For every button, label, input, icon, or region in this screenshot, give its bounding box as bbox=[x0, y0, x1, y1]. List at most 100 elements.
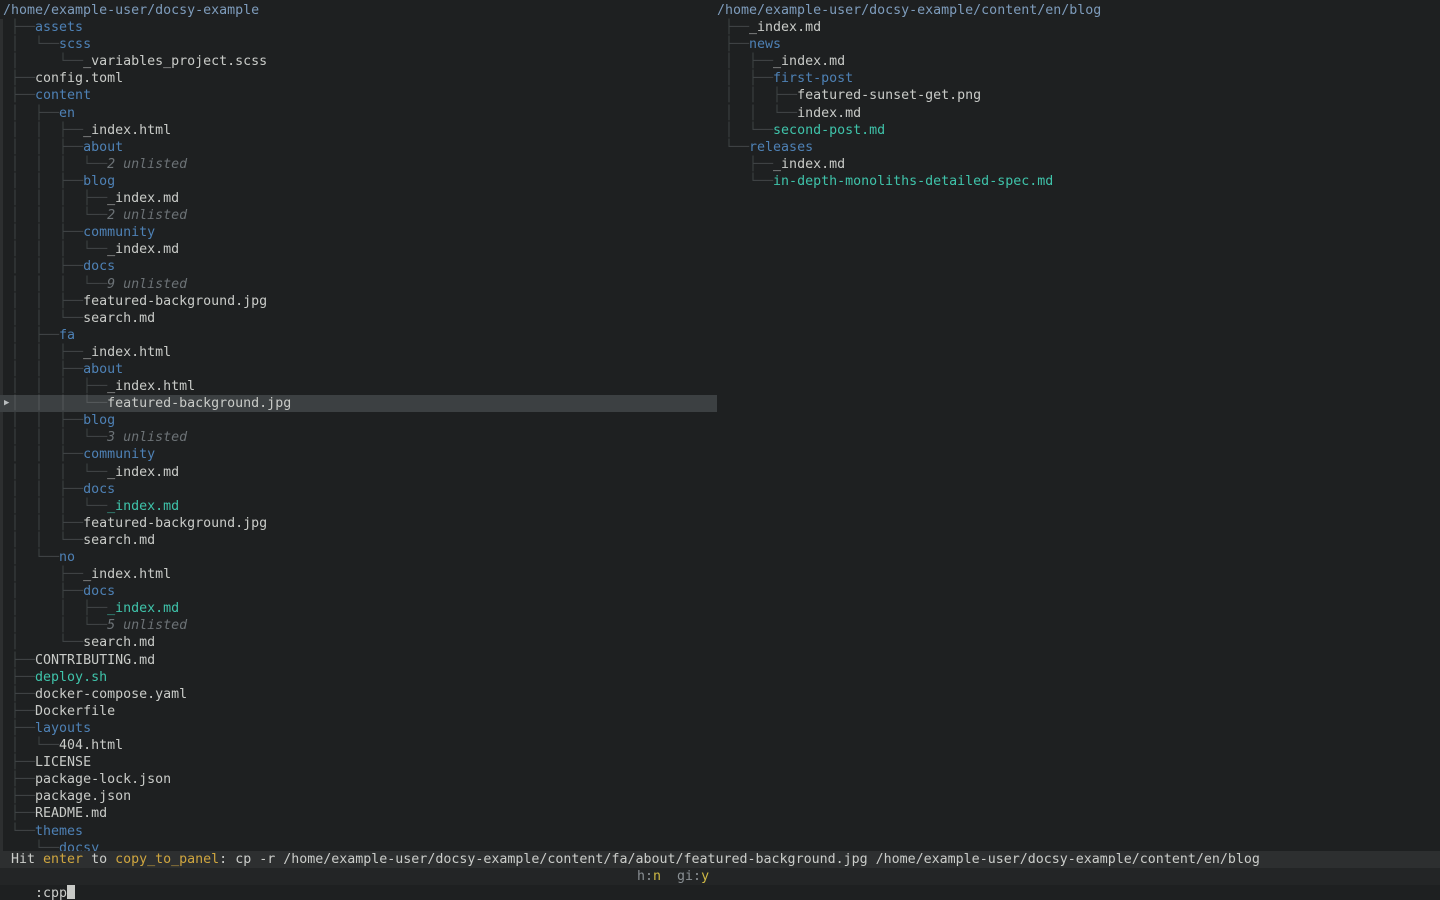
tree-branch-lines: └── bbox=[717, 174, 773, 189]
tree-row[interactable]: │ │ ├──_index.md bbox=[0, 600, 717, 617]
tree-row[interactable]: ├──CONTRIBUTING.md bbox=[0, 652, 717, 669]
tree-row[interactable]: ├──config.toml bbox=[0, 70, 717, 87]
tree-row[interactable]: │ │ ├──about bbox=[0, 361, 717, 378]
entry-name: layouts bbox=[35, 721, 91, 736]
tree-row[interactable]: │ │ ├──docs bbox=[0, 258, 717, 275]
tree-branch-lines: ├── bbox=[3, 806, 35, 821]
tree-row[interactable]: └──themes bbox=[0, 823, 717, 840]
tree-row[interactable]: │ │ └──5 unlisted bbox=[0, 617, 717, 634]
tree-row[interactable]: │ │ ├──featured-background.jpg bbox=[0, 293, 717, 310]
entry-name: assets bbox=[35, 20, 83, 35]
tree-row[interactable]: ▶ │ │ │ └──featured-background.jpg bbox=[0, 395, 717, 412]
tree-row[interactable]: ├──_index.md bbox=[714, 19, 1440, 36]
tree-row[interactable]: └──in-depth-monoliths-detailed-spec.md bbox=[714, 173, 1440, 190]
tree-row[interactable]: ├──LICENSE bbox=[0, 754, 717, 771]
tree-row[interactable]: ├──package.json bbox=[0, 788, 717, 805]
tree-row[interactable]: │ │ │ └──9 unlisted bbox=[0, 276, 717, 293]
tree-branch-lines: │ │ └── bbox=[3, 311, 83, 326]
command-input-value[interactable]: :cpp bbox=[35, 886, 67, 900]
tree-row[interactable]: ├──layouts bbox=[0, 720, 717, 737]
entry-name: _index.html bbox=[83, 123, 171, 138]
entry-name: search.md bbox=[83, 635, 155, 650]
tree-row[interactable]: │ │ ├──community bbox=[0, 224, 717, 241]
entry-name: featured-background.jpg bbox=[107, 396, 291, 411]
tree-row[interactable]: │ │ ├──featured-sunset-get.png bbox=[714, 87, 1440, 104]
tree-row[interactable]: ├──README.md bbox=[0, 805, 717, 822]
tree-row[interactable]: │ │ ├──docs bbox=[0, 481, 717, 498]
tree-row[interactable]: │ ├──_index.md bbox=[714, 53, 1440, 70]
entry-name: package.json bbox=[35, 789, 131, 804]
tree-row[interactable]: │ └──no bbox=[0, 549, 717, 566]
panel-header-path[interactable]: /home/example-user/docsy-example/content… bbox=[714, 2, 1440, 19]
tree-branch-lines: │ ├── bbox=[3, 584, 83, 599]
entry-name: README.md bbox=[35, 806, 107, 821]
tree-branch-lines: │ │ │ └── bbox=[3, 465, 107, 480]
tree-branch-lines: │ ├── bbox=[3, 328, 59, 343]
tree-row[interactable]: │ └──second-post.md bbox=[714, 122, 1440, 139]
tree-row[interactable]: │ └──404.html bbox=[0, 737, 717, 754]
tree-row[interactable]: │ │ │ └──_index.md bbox=[0, 241, 717, 258]
tree-row[interactable]: │ │ │ └──3 unlisted bbox=[0, 429, 717, 446]
tree-branch-lines: │ │ └── bbox=[717, 106, 797, 121]
tree-branch-lines: ├── bbox=[3, 687, 35, 702]
tree-branch-lines: ├── bbox=[717, 37, 749, 52]
tree-row[interactable]: ├──news bbox=[714, 36, 1440, 53]
tree-row[interactable]: │ │ │ ├──_index.html bbox=[0, 378, 717, 395]
tree-row[interactable]: │ ├──fa bbox=[0, 327, 717, 344]
tree-branch-lines: │ │ │ └── bbox=[3, 242, 107, 257]
tree-row[interactable]: ├──assets bbox=[0, 19, 717, 36]
tree-branch-lines: ├── bbox=[3, 721, 35, 736]
entry-name: search.md bbox=[83, 533, 155, 548]
tree-row[interactable]: │ │ └──index.md bbox=[714, 105, 1440, 122]
tree-row[interactable]: │ │ ├──featured-background.jpg bbox=[0, 515, 717, 532]
entry-name: about bbox=[83, 140, 123, 155]
entry-name: CONTRIBUTING.md bbox=[35, 653, 155, 668]
entry-name: scss bbox=[59, 37, 91, 52]
tree-row[interactable]: │ └──search.md bbox=[0, 634, 717, 651]
entry-name: content bbox=[35, 88, 91, 103]
tree-row[interactable]: │ │ ├──_index.html bbox=[0, 344, 717, 361]
tree-row[interactable]: │ │ │ └──_index.md bbox=[0, 464, 717, 481]
tree-row[interactable]: ├──content bbox=[0, 87, 717, 104]
tree-row[interactable]: │ │ ├──blog bbox=[0, 173, 717, 190]
tree-row[interactable]: │ │ ├──about bbox=[0, 139, 717, 156]
entry-name: _index.html bbox=[107, 379, 195, 394]
entry-name: featured-sunset-get.png bbox=[797, 88, 981, 103]
tree-row[interactable]: ├──package-lock.json bbox=[0, 771, 717, 788]
tree-row[interactable]: │ │ ├──_index.html bbox=[0, 122, 717, 139]
tree-row[interactable]: │ │ ├──community bbox=[0, 446, 717, 463]
tree-row[interactable]: │ ├──en bbox=[0, 105, 717, 122]
tree-row[interactable]: │ │ └──search.md bbox=[0, 532, 717, 549]
tree-row[interactable]: ├──deploy.sh bbox=[0, 669, 717, 686]
tree-row[interactable]: │ │ │ ├──_index.md bbox=[0, 190, 717, 207]
entry-name: second-post.md bbox=[773, 123, 885, 138]
tree-row[interactable]: │ │ │ └──2 unlisted bbox=[0, 207, 717, 224]
tree-row[interactable]: │ ├──first-post bbox=[714, 70, 1440, 87]
tree-branch-lines: │ │ ├── bbox=[3, 225, 83, 240]
tree-row[interactable]: ├──_index.md bbox=[714, 156, 1440, 173]
tree-branch-lines: ├── bbox=[717, 157, 773, 172]
entry-name: featured-background.jpg bbox=[83, 516, 267, 531]
entry-name: Dockerfile bbox=[35, 704, 115, 719]
panel-header-path[interactable]: /home/example-user/docsy-example bbox=[0, 2, 717, 19]
tree-row[interactable]: │ └──_variables_project.scss bbox=[0, 53, 717, 70]
tree-row[interactable]: └──releases bbox=[714, 139, 1440, 156]
tree-branch-lines: ├── bbox=[3, 20, 35, 35]
tree-row[interactable]: ├──Dockerfile bbox=[0, 703, 717, 720]
tree-row[interactable]: │ └──scss bbox=[0, 36, 717, 53]
tree-row[interactable]: │ │ ├──blog bbox=[0, 412, 717, 429]
tree-row[interactable]: │ │ │ └──2 unlisted bbox=[0, 156, 717, 173]
tree-row[interactable]: │ │ └──search.md bbox=[0, 310, 717, 327]
tree-branch-lines: │ │ ├── bbox=[3, 601, 107, 616]
command-input-bar[interactable]: :cpp h:n gi:y bbox=[0, 868, 1440, 885]
tree-row[interactable]: │ ├──docs bbox=[0, 583, 717, 600]
tree-branch-lines: ├── bbox=[3, 88, 35, 103]
entry-name: no bbox=[59, 550, 75, 565]
tree-branch-lines: ├── bbox=[3, 755, 35, 770]
tree-row[interactable]: │ ├──_index.html bbox=[0, 566, 717, 583]
tree-row[interactable]: ├──docker-compose.yaml bbox=[0, 686, 717, 703]
mode-flags: h:n gi:y bbox=[637, 868, 709, 885]
tree-branch-lines: │ │ └── bbox=[3, 533, 83, 548]
tree-row[interactable]: │ │ │ └──_index.md bbox=[0, 498, 717, 515]
status-keyword: copy_to_panel bbox=[115, 852, 219, 867]
